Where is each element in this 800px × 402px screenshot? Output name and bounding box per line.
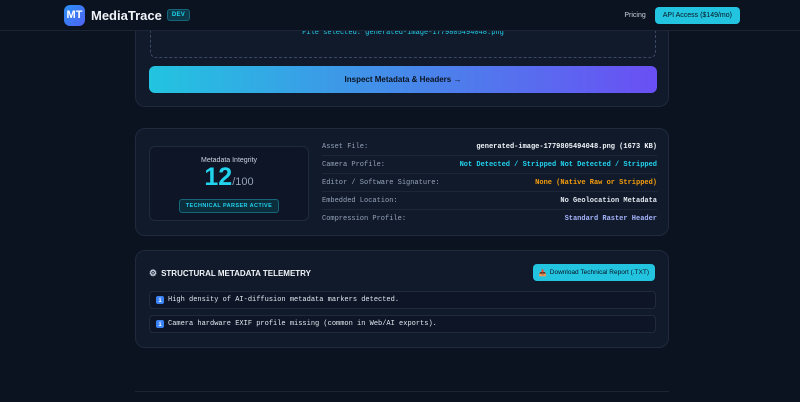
metadata-value: None (Native Raw or Stripped)	[535, 178, 657, 187]
info-icon: i	[156, 320, 164, 328]
parser-status-badge: TECHNICAL PARSER ACTIVE	[178, 199, 280, 213]
integrity-score-panel: Metadata Integrity 12/100 TECHNICAL PARS…	[149, 146, 309, 221]
metadata-label: Compression Profile:	[322, 215, 407, 223]
footer-divider	[135, 391, 669, 392]
telemetry-item: i High density of AI-diffusion metadata …	[149, 291, 656, 309]
metadata-label: Asset File:	[322, 142, 369, 151]
metadata-label: Camera Profile:	[322, 160, 386, 169]
metadata-value: Not Detected / Stripped Not Detected / S…	[459, 160, 657, 169]
integrity-score-max: /100	[232, 176, 254, 188]
metadata-row-compression-profile: Compression Profile: Standard Raster Hea…	[322, 210, 657, 228]
info-icon: i	[156, 296, 164, 304]
telemetry-card: ⚙ STRUCTURAL METADATA TELEMETRY 📥 Downlo…	[135, 250, 669, 348]
metadata-value: Standard Raster Header	[564, 215, 657, 223]
gear-icon: ⚙	[149, 268, 158, 278]
telemetry-item-text: High density of AI-diffusion metadata ma…	[168, 296, 400, 304]
metadata-row-editor-signature: Editor / Software Signature: None (Nativ…	[322, 174, 657, 192]
download-report-button[interactable]: 📥 Download Technical Report (.TXT)	[532, 264, 655, 281]
metadata-label: Editor / Software Signature:	[322, 178, 440, 187]
metadata-row-camera-profile: Camera Profile: Not Detected / Stripped …	[322, 156, 657, 174]
dev-badge: DEV	[166, 9, 191, 21]
download-report-label: Download Technical Report (.TXT)	[549, 269, 649, 276]
telemetry-item: i Camera hardware EXIF profile missing (…	[149, 315, 656, 333]
top-navigation-bar: MT MediaTrace DEV Pricing API Access ($1…	[0, 0, 800, 31]
telemetry-item-text: Camera hardware EXIF profile missing (co…	[168, 320, 437, 328]
inspect-metadata-button[interactable]: Inspect Metadata & Headers →	[149, 66, 657, 93]
metadata-table: Asset File: generated-image-177980549404…	[322, 138, 657, 228]
download-icon: 📥	[538, 269, 547, 277]
metadata-row-embedded-location: Embedded Location: No Geolocation Metada…	[322, 192, 657, 210]
telemetry-heading: ⚙ STRUCTURAL METADATA TELEMETRY	[149, 268, 311, 279]
integrity-score: 12	[204, 163, 233, 191]
metadata-value: generated-image-1779805494048.png (1673 …	[476, 142, 657, 151]
pricing-link[interactable]: Pricing	[624, 12, 645, 19]
upload-card: File selected: generated-image-177980549…	[135, 22, 669, 107]
brand-name[interactable]: MediaTrace	[91, 8, 162, 23]
telemetry-title: STRUCTURAL METADATA TELEMETRY	[161, 269, 311, 278]
metadata-row-asset-file: Asset File: generated-image-177980549404…	[322, 138, 657, 156]
api-access-button[interactable]: API Access ($149/mo)	[654, 6, 740, 24]
logo-icon[interactable]: MT	[64, 4, 85, 26]
metadata-label: Embedded Location:	[322, 196, 398, 205]
score-display: 12/100	[150, 165, 308, 194]
metadata-value: No Geolocation Metadata	[560, 196, 657, 205]
metadata-results-card: Metadata Integrity 12/100 TECHNICAL PARS…	[135, 128, 669, 236]
